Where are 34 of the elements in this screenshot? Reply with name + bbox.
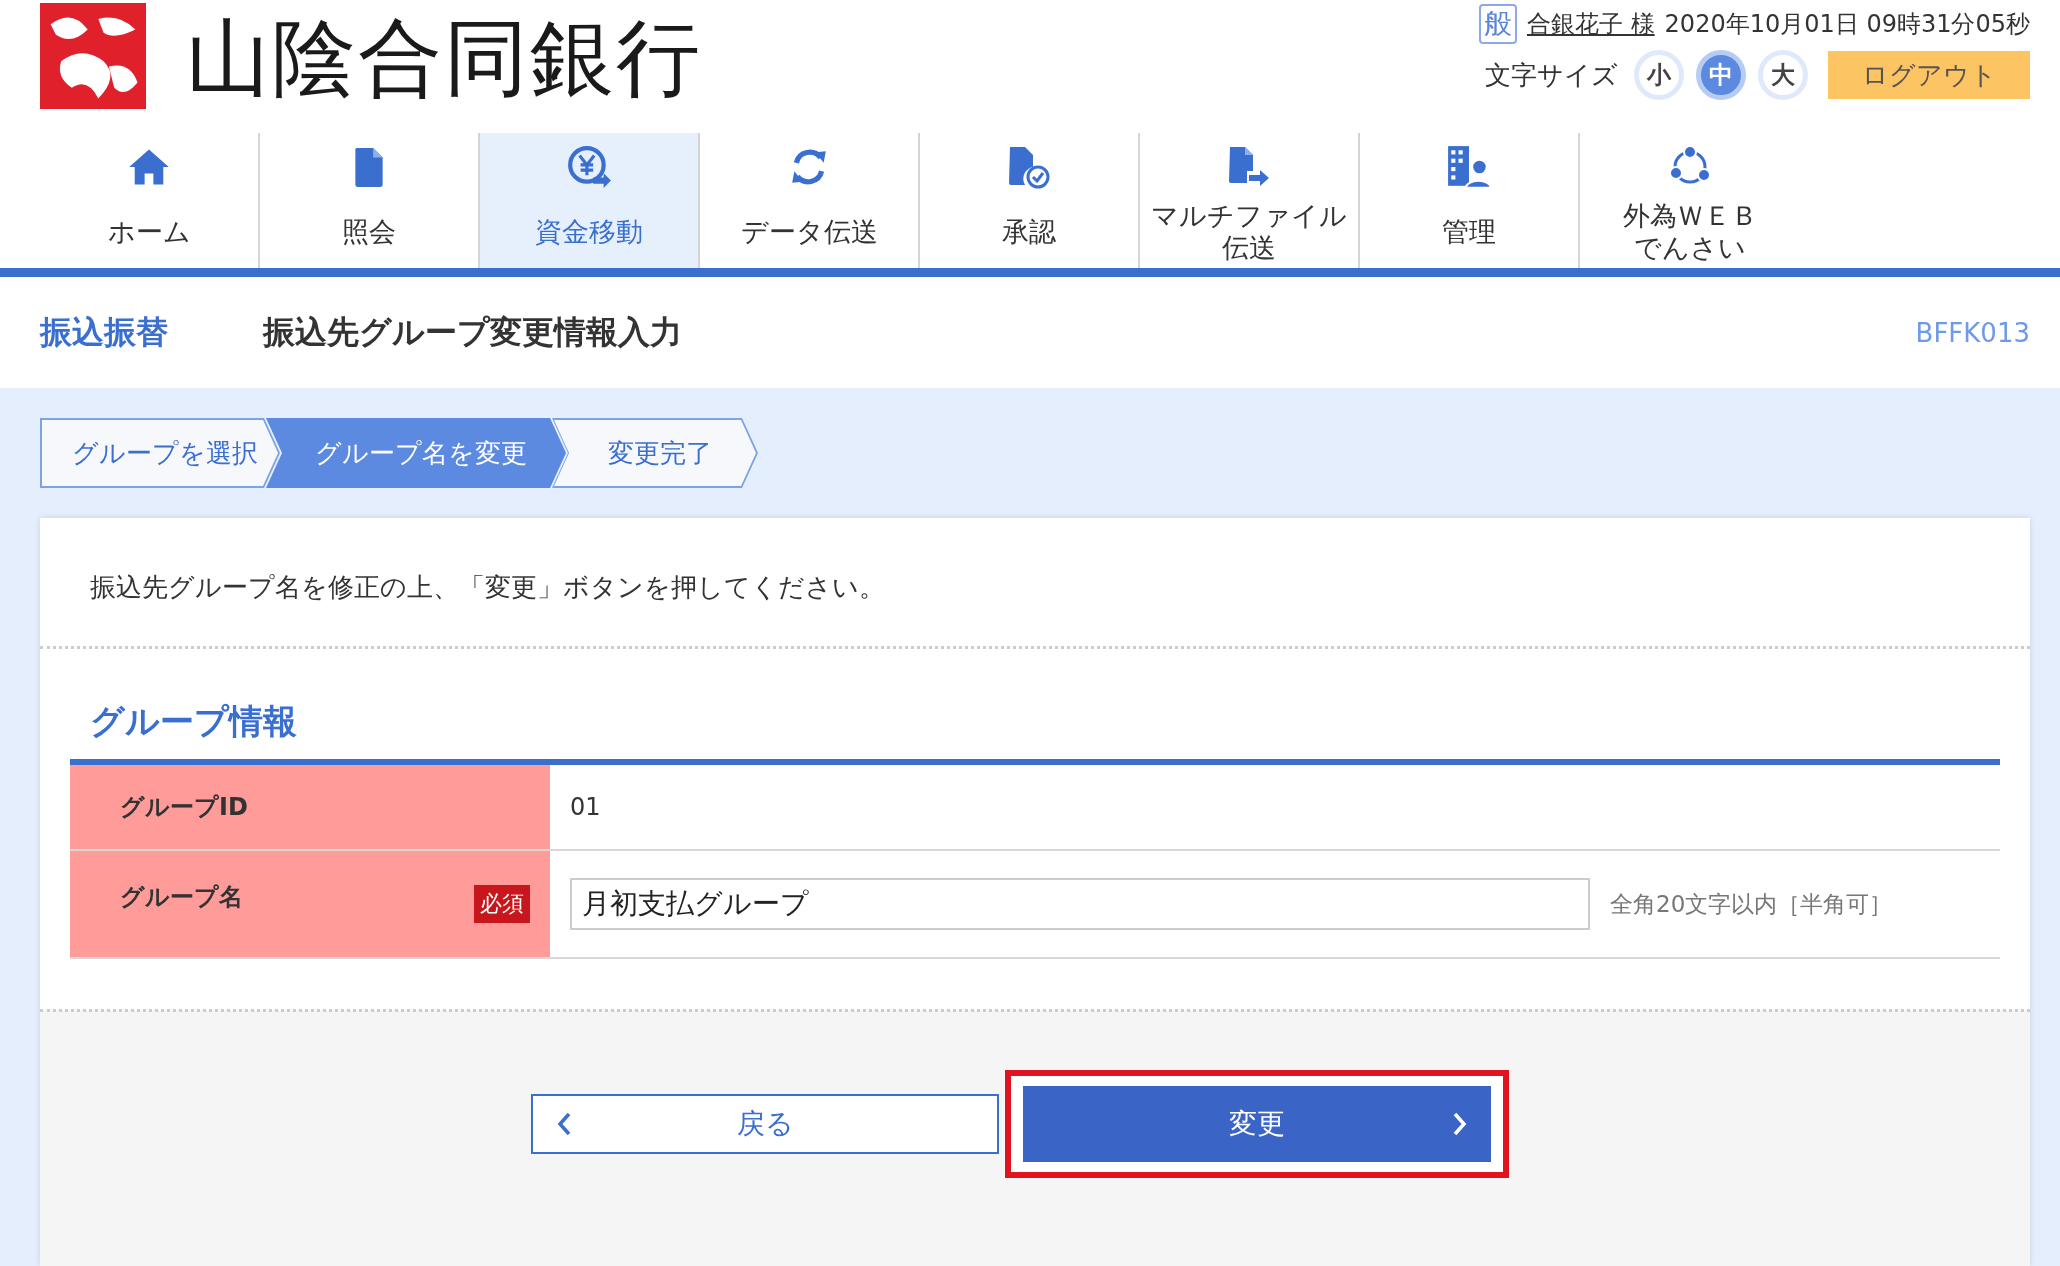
progress-step: グループを選択 — [40, 418, 280, 488]
chevron-right-icon — [1453, 1112, 1467, 1136]
font-size-label: 文字サイズ — [1485, 58, 1618, 92]
file-send-icon — [1227, 145, 1271, 189]
field-label: グループID — [120, 792, 248, 823]
required-badge: 必須 — [474, 885, 530, 923]
section-title: 振込振替 — [40, 311, 169, 353]
progress-step: 変更完了 — [552, 418, 758, 488]
change-button[interactable]: 変更 — [1023, 1086, 1491, 1162]
progress-step: グループ名を変更 — [266, 418, 566, 488]
document-check-icon — [1007, 145, 1051, 189]
field-hint: 全角20文字以内［半角可］ — [1610, 889, 1893, 919]
bank-name: 山陰合同銀行 — [186, 8, 702, 109]
page-title: 振込先グループ変更情報入力 — [263, 311, 683, 353]
field-label: グループ名 — [120, 882, 243, 913]
font-size-button[interactable]: 大 — [1758, 50, 1808, 100]
user-type-badge: 般 — [1478, 4, 1517, 44]
login-datetime: 2020年10月01日 09時31分05秒 — [1664, 9, 2030, 40]
screen-id: BFFK013 — [1915, 317, 2030, 348]
nav-tab[interactable]: 資金移動 — [480, 133, 700, 268]
bank-logo-icon — [40, 3, 146, 109]
user-name-link[interactable]: 合銀花子 様 — [1526, 8, 1655, 40]
back-button[interactable]: 戻る — [531, 1094, 999, 1154]
section-heading: グループ情報 — [89, 700, 298, 743]
group-name-field[interactable]: 月初支払グループ — [570, 878, 1590, 930]
home-icon — [127, 147, 171, 187]
logout-button[interactable]: ログアウト — [1828, 51, 2030, 99]
instruction-text: 振込先グループ名を修正の上、「変更」ボタンを押してください。 — [89, 571, 886, 604]
font-size-button[interactable]: 小 — [1634, 50, 1684, 100]
building-person-icon — [1446, 144, 1492, 190]
chevron-left-icon — [557, 1112, 571, 1136]
document-icon — [353, 146, 385, 188]
field-value: 01 — [570, 793, 601, 821]
yen-transfer-icon — [566, 144, 612, 190]
